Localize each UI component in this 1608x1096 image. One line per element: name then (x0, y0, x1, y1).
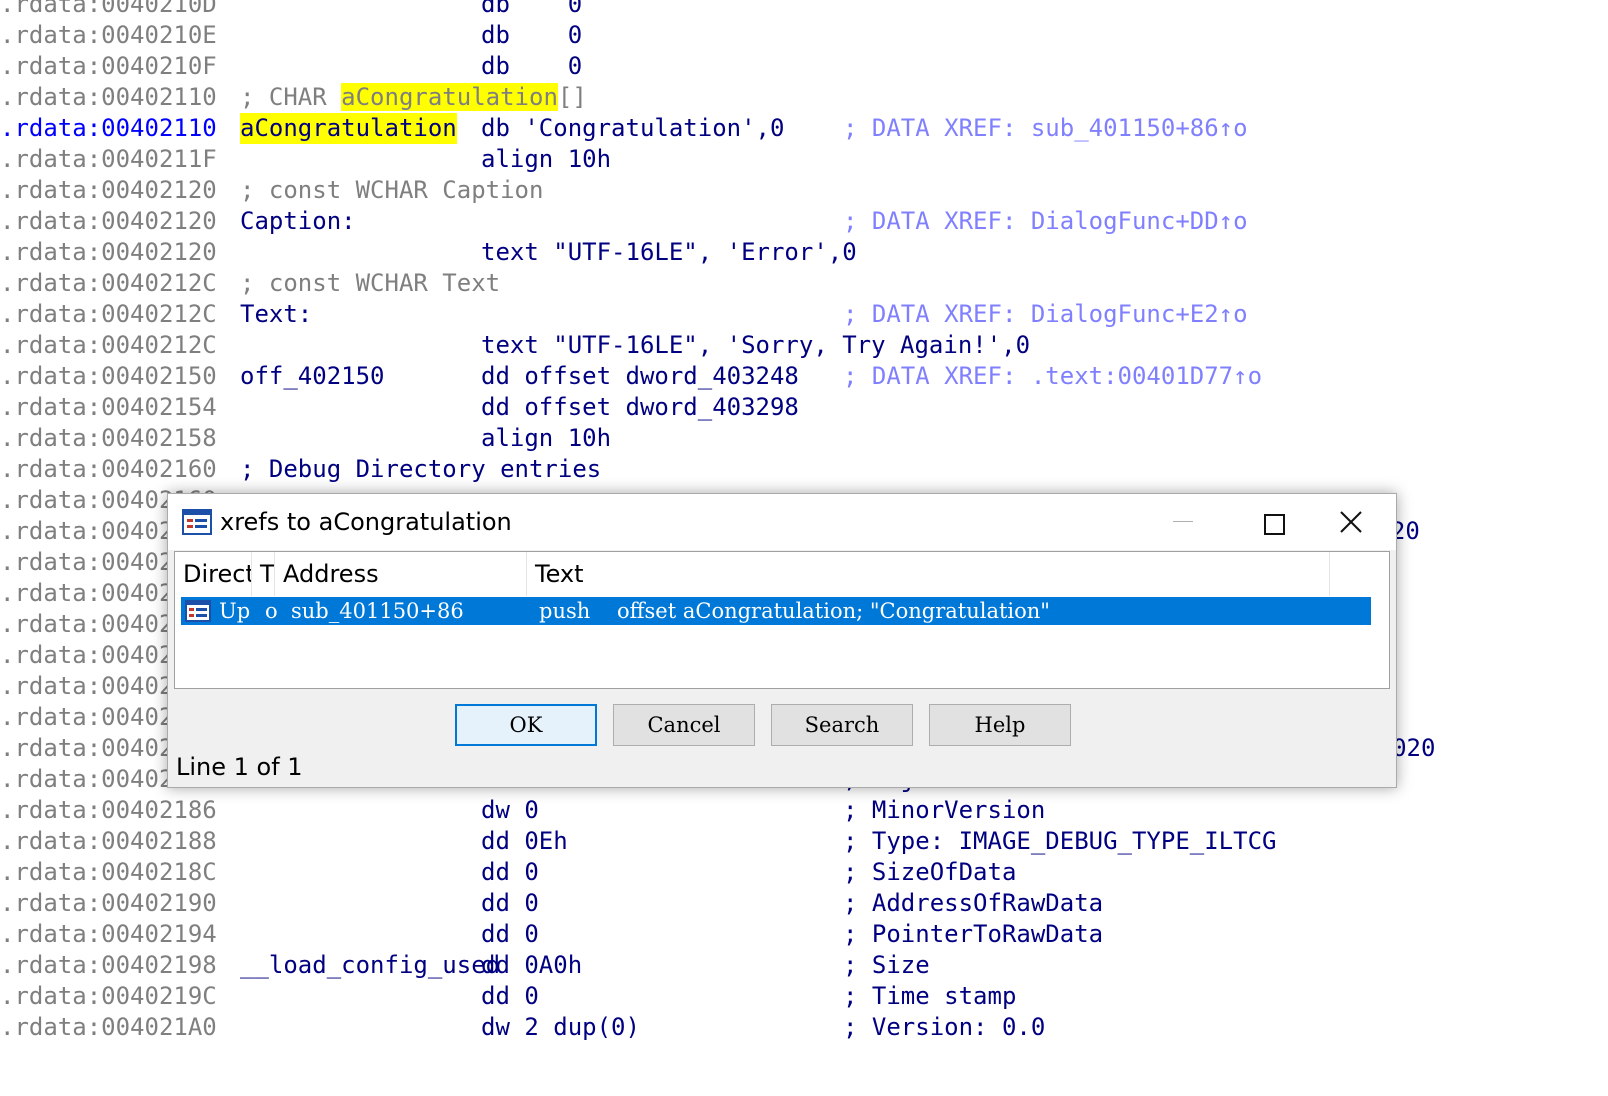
line-address[interactable]: .rdata:0040210F (0, 51, 217, 82)
line-label[interactable]: aCongratulation (240, 113, 457, 144)
line-label[interactable]: Text: (240, 299, 312, 330)
line-address[interactable]: .rdata:00402150 (0, 361, 217, 392)
line-label[interactable]: __load_config_used (240, 950, 500, 981)
line-xref-comment[interactable]: ; DATA XREF: sub_401150+86↑o (843, 113, 1248, 144)
line-instruction[interactable]: db 0 (481, 20, 582, 51)
line-instruction[interactable]: align 10h (481, 144, 611, 175)
column-header-address[interactable]: Address (275, 552, 527, 596)
line-address[interactable]: .rdata:00402158 (0, 423, 217, 454)
line-comment: ; Size (843, 951, 930, 979)
line-address[interactable]: .rdata:0040211F (0, 144, 217, 175)
line-instruction[interactable]: text "UTF-16LE", 'Error',0 (481, 237, 857, 268)
line-address[interactable]: .rdata:004021A0 (0, 1012, 217, 1043)
help-button[interactable]: Help (929, 704, 1071, 746)
line-address[interactable]: .rdata:00402194 (0, 919, 217, 950)
status-text: Line 1 of 1 (176, 753, 303, 781)
column-header-type[interactable]: T (252, 552, 275, 596)
comment-suffix: [] (557, 83, 587, 111)
line-xref-comment[interactable]: ; DATA XREF: DialogFunc+E2↑o (843, 299, 1248, 330)
line-address[interactable]: .rdata:0040218C (0, 857, 217, 888)
column-header-direction[interactable]: Direct (175, 552, 252, 596)
line-address[interactable]: .rdata:00402190 (0, 888, 217, 919)
line-address[interactable]: .rdata:00402120 (0, 206, 217, 237)
cell-type: o (265, 599, 278, 623)
line-xref-comment[interactable]: ; DATA XREF: DialogFunc+DD↑o (843, 206, 1248, 237)
cell-direction: Up (219, 599, 251, 623)
line-instruction[interactable]: dd offset dword_403298 (481, 392, 799, 423)
search-button[interactable]: Search (771, 704, 913, 746)
line-comment: ; AddressOfRawData (843, 889, 1104, 917)
table-row[interactable]: Up o sub_401150+86 push offset aCongratu… (181, 597, 1371, 625)
line-instruction[interactable]: dd 0 (481, 919, 539, 950)
dialog-title: xrefs to aCongratulation (220, 508, 512, 536)
line-address[interactable]: .rdata:00402120 (0, 175, 217, 206)
close-glyph (1340, 511, 1362, 533)
line-address[interactable]: .rdata:00402154 (0, 392, 217, 423)
line-label[interactable]: off_402150 (240, 361, 385, 392)
line-instruction[interactable]: dw 0 (481, 795, 539, 826)
xrefs-dialog: xrefs to aCongratulation Direct T Addres… (167, 493, 1397, 788)
line-instruction[interactable]: text "UTF-16LE", 'Sorry, Try Again!',0 (481, 330, 1030, 361)
line-instruction[interactable]: dd 0A0h (481, 950, 582, 981)
comment-prefix: ; CHAR (240, 83, 342, 111)
line-comment: ; Type: IMAGE_DEBUG_TYPE_ILTCG (843, 827, 1277, 855)
xref-list-header: Direct T Address Text (175, 552, 1389, 596)
column-header-text[interactable]: Text (527, 552, 1330, 596)
cell-text: push offset aCongratulation; "Congratula… (539, 599, 1050, 623)
line-address[interactable]: .rdata:0040212C (0, 268, 217, 299)
line-xref-comment[interactable]: ; DATA XREF: .text:00401D77↑o (843, 361, 1262, 392)
line-comment: ; PointerToRawData (843, 920, 1104, 948)
line-address[interactable]: .rdata:0040219C (0, 981, 217, 1012)
line-label[interactable]: Caption: (240, 206, 356, 237)
line-comment: ; const WCHAR Caption (240, 176, 544, 204)
comment-highlight[interactable]: aCongratulation (341, 83, 558, 111)
line-instruction[interactable]: db 0 (481, 0, 582, 20)
line-address[interactable]: .rdata:0040212C (0, 330, 217, 361)
ok-button[interactable]: OK (455, 704, 597, 746)
xref-list[interactable]: Direct T Address Text Up o sub_401150+86… (174, 551, 1390, 689)
line-instruction[interactable]: dw 2 dup(0) (481, 1012, 640, 1043)
line-instruction[interactable]: db 'Congratulation',0 (481, 113, 784, 144)
line-address[interactable]: .rdata:00402198 (0, 950, 217, 981)
line-address[interactable]: .rdata:00402120 (0, 237, 217, 268)
line-comment: ; const WCHAR Text (240, 269, 501, 297)
line-address[interactable]: .rdata:00402110 (0, 82, 217, 113)
line-address[interactable]: .rdata:00402186 (0, 795, 217, 826)
line-address[interactable]: .rdata:00402188 (0, 826, 217, 857)
cell-address: sub_401150+86 (291, 599, 464, 623)
line-instruction[interactable]: dd 0 (481, 981, 539, 1012)
minimize-icon[interactable] (1138, 494, 1228, 550)
cancel-button[interactable]: Cancel (613, 704, 755, 746)
line-comment: ; Time stamp (843, 982, 1017, 1010)
line-instruction[interactable]: align 10h (481, 423, 611, 454)
line-instruction[interactable]: db 0 (481, 51, 582, 82)
line-instruction[interactable]: dd 0 (481, 888, 539, 919)
line-comment: ; CHAR aCongratulation[] (240, 82, 587, 113)
line-address[interactable]: .rdata:0040210E (0, 20, 217, 51)
line-address[interactable]: .rdata:0040210D (0, 0, 217, 20)
xref-row-icon (185, 600, 211, 622)
line-comment: ; SizeOfData (843, 858, 1017, 886)
dialog-titlebar[interactable]: xrefs to aCongratulation (168, 494, 1396, 550)
line-comment: ; MinorVersion (843, 796, 1046, 824)
line-instruction[interactable]: dd 0 (481, 857, 539, 888)
maximize-icon[interactable] (1228, 494, 1318, 550)
line-instruction[interactable]: dd 0Eh (481, 826, 568, 857)
close-icon[interactable] (1306, 494, 1396, 550)
line-address[interactable]: .rdata:0040212C (0, 299, 217, 330)
xref-list-icon (182, 509, 212, 535)
line-address[interactable]: .rdata:00402160 (0, 454, 217, 485)
line-comment: ; Version: 0.0 (843, 1013, 1046, 1041)
line-instruction[interactable]: dd offset dword_403248 (481, 361, 799, 392)
line-comment: ; Debug Directory entries (240, 455, 602, 483)
line-address[interactable]: .rdata:00402110 (0, 113, 217, 144)
